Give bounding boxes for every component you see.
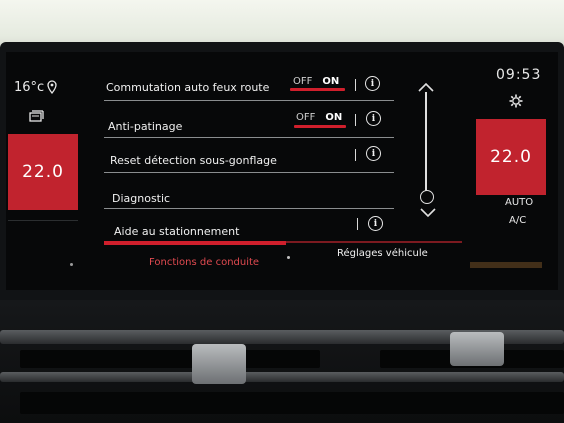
tab-vehicle-settings[interactable]: Réglages véhicule [337, 248, 428, 259]
info-icon[interactable]: i [366, 146, 381, 161]
gear-icon[interactable] [509, 94, 523, 108]
location-pin-icon [47, 80, 57, 94]
separator [355, 149, 356, 161]
left-temperature-value: 22.0 [22, 162, 64, 182]
outside-temperature: 16°c [14, 80, 45, 95]
left-temperature-control[interactable]: 22.0 [8, 134, 78, 210]
toggle-on-label: ON [325, 112, 343, 123]
divider [8, 220, 78, 221]
row-divider [104, 208, 394, 209]
vent-slot [20, 350, 320, 368]
tab-driving-functions[interactable]: Fonctions de conduite [149, 257, 259, 268]
scrollbar-thumb[interactable] [420, 190, 434, 204]
ambient-light-strip [470, 262, 542, 268]
list-item-label: Anti-patinage [108, 120, 183, 133]
separator [355, 79, 356, 91]
left-vent-knob[interactable] [192, 344, 246, 384]
right-temperature-control[interactable]: 22.0 [476, 119, 546, 195]
toggle-off-label: OFF [293, 76, 313, 87]
chevron-up-icon[interactable] [418, 82, 434, 92]
right-temperature-value: 22.0 [490, 147, 532, 167]
auto-climate-button[interactable]: AUTO [505, 197, 533, 208]
info-icon[interactable]: i [365, 76, 380, 91]
vent-slot [20, 392, 564, 414]
toggle-off-label: OFF [296, 112, 316, 123]
info-icon[interactable]: i [366, 111, 381, 126]
right-vent-knob[interactable] [450, 332, 504, 366]
list-item-label: Diagnostic [112, 192, 171, 205]
row-divider [104, 172, 394, 173]
clock: 09:53 [496, 67, 542, 83]
toggle-indicator [290, 88, 345, 91]
toggle-indicator [294, 125, 346, 128]
scrollbar-track[interactable] [425, 92, 427, 198]
separator [357, 218, 358, 230]
row-divider [104, 100, 394, 101]
toggle-on-label: ON [322, 76, 340, 87]
seat-icon[interactable] [28, 110, 44, 124]
ac-button[interactable]: A/C [509, 215, 526, 226]
tab-separator-dot [287, 256, 290, 259]
info-icon[interactable]: i [368, 216, 383, 231]
row-divider [104, 137, 394, 138]
vent-frame [0, 372, 564, 382]
active-tab-indicator [104, 241, 286, 245]
chevron-down-icon[interactable] [420, 208, 436, 218]
list-item-label: Reset détection sous-gonflage [110, 154, 277, 167]
page-indicator-dot [70, 263, 73, 266]
list-item-label: Aide au stationnement [114, 225, 240, 238]
separator [355, 114, 356, 126]
auto-high-beam-toggle[interactable]: OFF ON [293, 76, 339, 87]
list-item-label: Commutation auto feux route [106, 81, 270, 94]
anti-skid-toggle[interactable]: OFF ON [296, 112, 342, 123]
